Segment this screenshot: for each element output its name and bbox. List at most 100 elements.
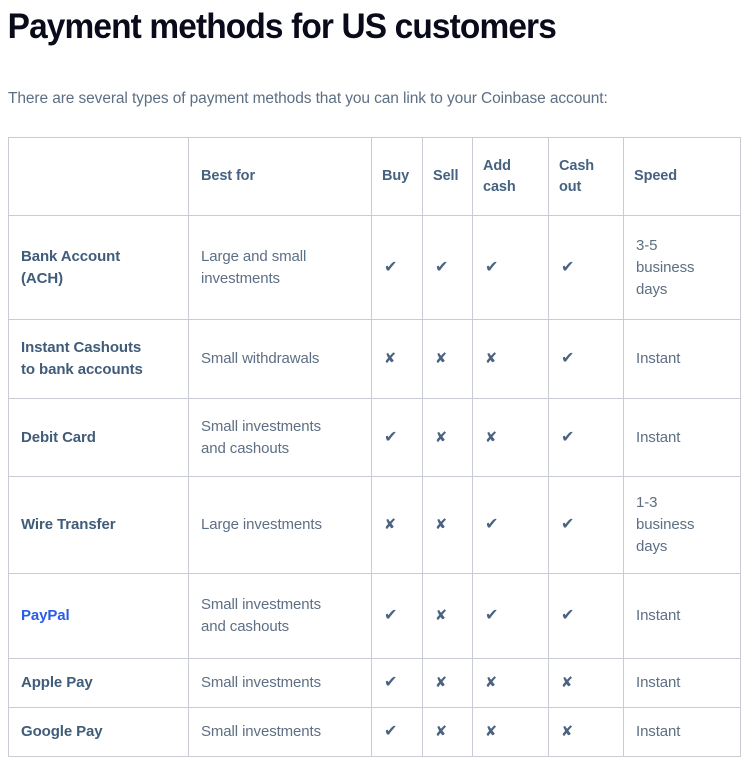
cross-icon: ✘ xyxy=(485,351,498,367)
table-header-row: Best for Buy Sell Add cash Cash out Spee… xyxy=(8,137,741,216)
cell-method-name: Instant Cashouts to bank accounts xyxy=(8,319,189,399)
check-icon: ✔ xyxy=(384,605,398,624)
cross-icon: ✘ xyxy=(384,351,397,367)
speed-line-1: Instant xyxy=(636,723,681,740)
check-icon: ✔ xyxy=(485,256,499,276)
best-for-line-2: and cashouts xyxy=(201,439,290,457)
speed-line-1: Instant xyxy=(636,428,681,446)
cell-sell: ✘ xyxy=(422,476,473,574)
cell-sell: ✘ xyxy=(422,398,473,477)
cell-buy: ✔ xyxy=(371,573,423,659)
cell-speed: Instant xyxy=(623,707,741,757)
cell-best-for: Small investments and cashouts xyxy=(188,573,372,659)
cross-icon: ✘ xyxy=(435,675,448,691)
cell-method-name: PayPal xyxy=(8,573,189,659)
method-name-line-1: Instant Cashouts xyxy=(21,339,142,356)
cell-best-for: Small investments xyxy=(188,658,372,708)
cell-speed: Instant xyxy=(623,398,741,477)
cell-buy: ✘ xyxy=(371,319,423,399)
table-row: Bank Account (ACH) Large and small investme… xyxy=(8,215,741,320)
cell-speed: Instant xyxy=(623,658,741,708)
table-body: Bank Account (ACH) Large and small investme… xyxy=(8,215,741,757)
cross-icon: ✘ xyxy=(384,517,397,533)
cross-icon: ✘ xyxy=(485,429,498,446)
cell-add-cash: ✔ xyxy=(472,573,549,659)
best-for-line-1: Small investments xyxy=(201,674,322,691)
cell-method-name: Wire Transfer xyxy=(8,476,189,574)
cell-buy: ✔ xyxy=(371,215,423,320)
check-icon: ✔ xyxy=(561,426,575,446)
cell-method-name: Debit Card xyxy=(8,398,189,477)
speed-line-1: 3-5 xyxy=(636,236,658,254)
cell-buy: ✔ xyxy=(371,707,423,757)
best-for-line-2: investments xyxy=(201,269,280,287)
column-header-speed: Speed xyxy=(623,137,741,216)
check-icon: ✔ xyxy=(435,256,449,276)
method-name-line-1: Google Pay xyxy=(21,723,103,740)
cell-cash-out: ✔ xyxy=(548,319,624,399)
best-for-line-1: Small investments xyxy=(201,723,322,740)
speed-line-3: days xyxy=(636,538,668,555)
cell-buy: ✔ xyxy=(371,658,423,708)
method-name-line-1: Apple Pay xyxy=(21,674,93,691)
speed-line-1: Instant xyxy=(636,350,681,367)
speed-line-1: 1-3 xyxy=(636,494,658,511)
cell-cash-out: ✔ xyxy=(548,398,624,477)
cell-best-for: Small withdrawals xyxy=(188,319,372,399)
cell-sell: ✘ xyxy=(422,319,473,399)
column-header-best-for: Best for xyxy=(188,137,372,216)
best-for-line-1: Small withdrawals xyxy=(201,350,320,367)
method-name-line-2: to bank accounts xyxy=(21,361,143,378)
check-icon: ✔ xyxy=(384,721,398,740)
column-header-sell: Sell xyxy=(422,137,473,216)
column-header-method xyxy=(8,137,189,216)
cross-icon: ✘ xyxy=(435,724,448,740)
cell-add-cash: ✘ xyxy=(472,398,549,477)
check-icon: ✔ xyxy=(384,256,398,276)
cell-cash-out: ✘ xyxy=(548,658,624,708)
cell-add-cash: ✔ xyxy=(472,215,549,320)
cell-buy: ✔ xyxy=(371,398,423,477)
page-title: Payment methods for US customers xyxy=(7,7,557,46)
add-cash-line-1: Add xyxy=(483,157,511,174)
cell-method-name: Google Pay xyxy=(8,707,189,757)
check-icon: ✔ xyxy=(384,426,398,446)
method-name-line-2: (ACH) xyxy=(21,269,63,287)
best-for-line-1: Large investments xyxy=(201,516,322,533)
cell-method-name: Bank Account (ACH) xyxy=(8,215,189,320)
cell-add-cash: ✔ xyxy=(472,476,549,574)
cell-cash-out: ✔ xyxy=(548,476,624,574)
cross-icon: ✘ xyxy=(435,517,448,533)
speed-line-1: Instant xyxy=(636,674,681,691)
speed-line-1: Instant xyxy=(636,607,681,624)
cell-cash-out: ✔ xyxy=(548,215,624,320)
cross-icon: ✘ xyxy=(485,675,498,691)
cell-add-cash: ✘ xyxy=(472,319,549,399)
table-container: Best for Buy Sell Add cash Cash out Spee… xyxy=(0,110,750,757)
cell-best-for: Large and small investments xyxy=(188,215,372,320)
cell-add-cash: ✘ xyxy=(472,707,549,757)
best-for-line-1: Small investments xyxy=(201,417,322,435)
add-cash-line-2: cash xyxy=(483,178,516,195)
table-row: Wire Transfer Large investments ✘ ✘ ✔ ✔ 1-3 bus… xyxy=(8,476,741,574)
column-header-add-cash: Add cash xyxy=(472,137,549,216)
best-for-line-1: Large and small xyxy=(201,247,307,265)
payment-methods-table: Best for Buy Sell Add cash Cash out Spee… xyxy=(8,137,741,757)
method-name-line-1: Wire Transfer xyxy=(21,516,116,533)
check-icon: ✔ xyxy=(561,348,575,367)
table-row: Apple Pay Small investments ✔ ✘ ✘ ✘ Instant xyxy=(8,658,741,708)
cross-icon: ✘ xyxy=(561,724,574,740)
table-row: PayPal Small investments and cashouts ✔ ✘ ✔ ✔ I… xyxy=(8,573,741,659)
method-name-link[interactable]: PayPal xyxy=(21,607,70,624)
table-row: Google Pay Small investments ✔ ✘ ✘ ✘ Instant xyxy=(8,707,741,757)
speed-line-2: business xyxy=(636,516,695,533)
cash-out-line-2: out xyxy=(559,178,582,195)
cell-best-for: Small investments and cashouts xyxy=(188,398,372,477)
cross-icon: ✘ xyxy=(561,675,574,691)
check-icon: ✔ xyxy=(485,514,499,533)
table-row: Debit Card Small investments and cashouts ✔… xyxy=(8,398,741,477)
cell-sell: ✔ xyxy=(422,215,473,320)
best-for-line-1: Small investments xyxy=(201,596,322,613)
column-header-buy: Buy xyxy=(371,137,423,216)
cross-icon: ✘ xyxy=(435,351,448,367)
